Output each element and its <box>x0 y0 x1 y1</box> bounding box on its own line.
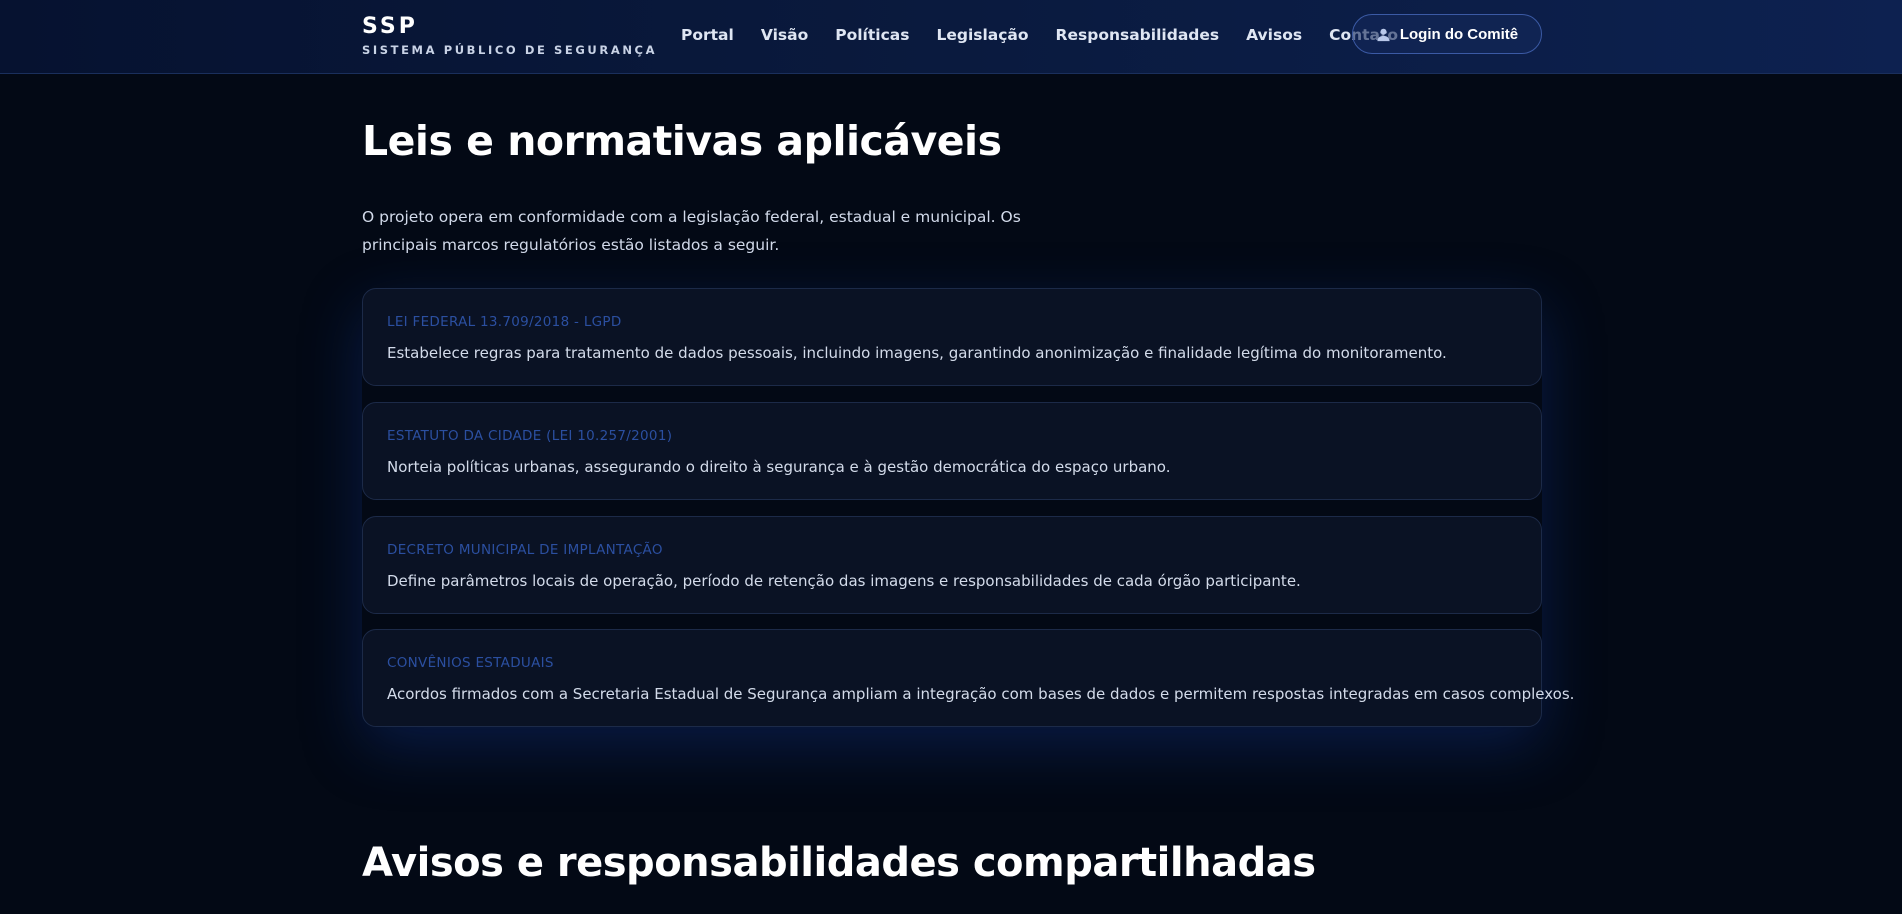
law-card-title: CONVÊNIOS ESTADUAIS <box>387 655 554 671</box>
intro-text: O projeto opera em conformidade com a le… <box>362 208 1021 254</box>
top-header: SSP SISTEMA PÚBLICO DE SEGURANÇA Portal … <box>0 0 1902 74</box>
law-card: CONVÊNIOS ESTADUAIS Acordos firmados com… <box>362 629 1574 727</box>
user-icon <box>1377 28 1390 41</box>
nav-item-visao[interactable]: Visão <box>761 24 808 46</box>
law-card-text: Define parâmetros locais de operação, pe… <box>387 572 1301 590</box>
page-title: Leis e normativas aplicáveis <box>362 117 1002 165</box>
nav-item-portal[interactable]: Portal <box>681 24 734 46</box>
law-card: DECRETO MUNICIPAL DE IMPLANTAÇÃO Define … <box>362 516 1542 614</box>
nav-item-politicas[interactable]: Políticas <box>835 24 909 46</box>
law-card-title: LEI FEDERAL 13.709/2018 - LGPD <box>387 314 622 330</box>
login-button-label: Login do Comitê <box>1399 25 1519 43</box>
section-title-avisos: Avisos e responsabilidades compartilhada… <box>362 840 1316 886</box>
brand-title: SSP <box>362 14 418 39</box>
nav-item-legislacao[interactable]: Legislação <box>936 24 1028 46</box>
law-card-title: DECRETO MUNICIPAL DE IMPLANTAÇÃO <box>387 542 663 558</box>
law-card-text: Acordos firmados com a Secretaria Estadu… <box>387 685 1575 703</box>
brand-subtitle: SISTEMA PÚBLICO DE SEGURANÇA <box>362 43 658 57</box>
main-nav: Portal Visão Políticas Legislação Respon… <box>681 24 1425 46</box>
nav-item-avisos[interactable]: Avisos <box>1246 24 1302 46</box>
law-card: ESTATUTO DA CIDADE (LEI 10.257/2001) Nor… <box>362 402 1542 500</box>
brand[interactable]: SSP SISTEMA PÚBLICO DE SEGURANÇA <box>362 14 657 58</box>
law-card: LEI FEDERAL 13.709/2018 - LGPD Estabelec… <box>362 288 1542 386</box>
login-button[interactable]: Login do Comitê <box>1352 14 1542 54</box>
law-card-title: ESTATUTO DA CIDADE (LEI 10.257/2001) <box>387 428 673 444</box>
law-card-text: Norteia políticas urbanas, assegurando o… <box>387 458 1171 476</box>
nav-item-responsabilidades[interactable]: Responsabilidades <box>1056 24 1220 46</box>
law-card-text: Estabelece regras para tratamento de dad… <box>387 344 1447 362</box>
